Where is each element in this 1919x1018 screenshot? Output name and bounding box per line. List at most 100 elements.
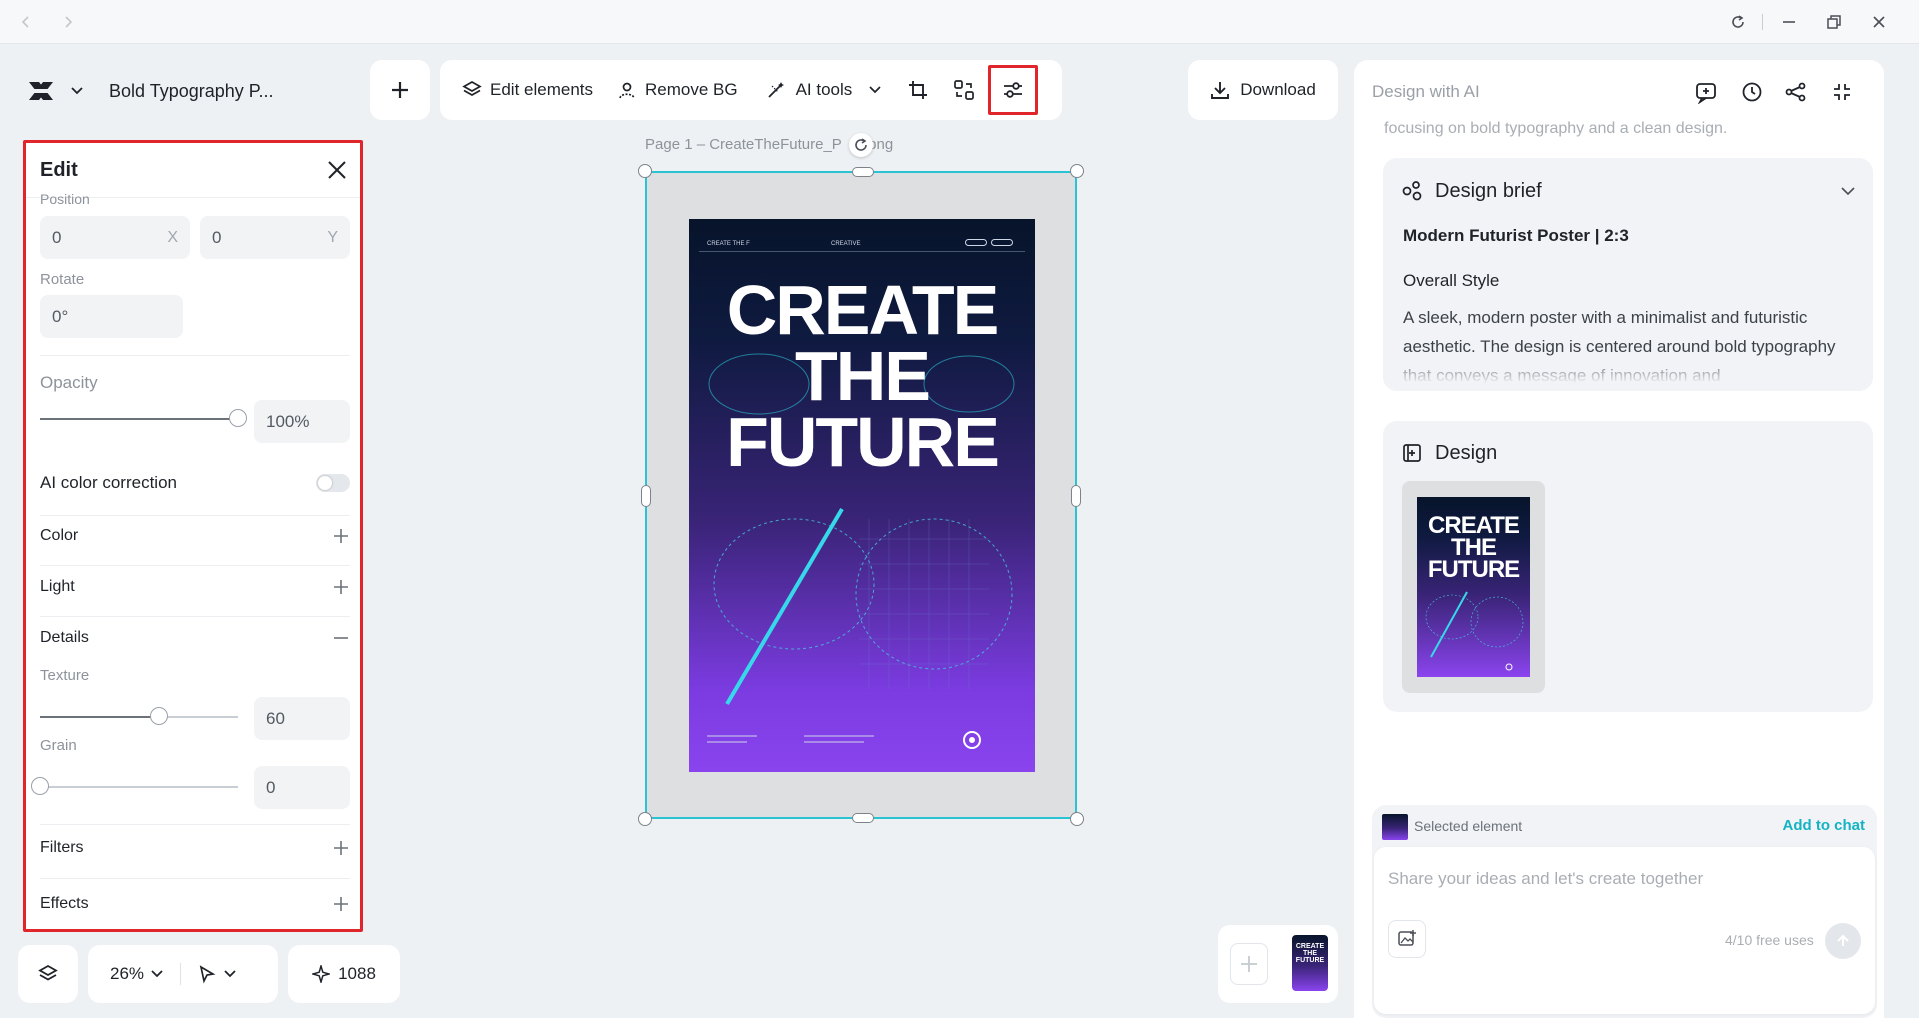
effects-section[interactable]: Effects <box>40 895 350 913</box>
add-image-button[interactable] <box>1388 920 1426 958</box>
pointer-chevron-down-icon[interactable] <box>223 967 237 981</box>
ai-color-correction-toggle[interactable] <box>316 474 350 492</box>
resize-handle-w[interactable] <box>641 485 651 507</box>
crop-icon <box>909 81 928 99</box>
poster-footer-text <box>707 735 757 737</box>
position-y-value: 0 <box>212 227 222 247</box>
opacity-field[interactable]: 100% <box>254 400 350 443</box>
close-window-icon[interactable] <box>1867 10 1891 34</box>
pointer-icon[interactable] <box>197 964 217 984</box>
light-label: Light <box>40 578 75 595</box>
app-logo-icon[interactable] <box>26 79 56 103</box>
grain-field[interactable]: 0 <box>254 766 350 809</box>
rotate-field[interactable]: 0° <box>40 295 183 338</box>
ai-tools-button[interactable]: AI tools <box>756 70 893 110</box>
restore-icon[interactable] <box>1822 10 1846 34</box>
chat-input-box[interactable]: Share your ideas and let's create togeth… <box>1374 847 1875 1014</box>
resize-handle-ne[interactable] <box>1070 164 1084 178</box>
brief-collapse-chevron-icon[interactable] <box>1839 182 1857 200</box>
design-thumbnail-poster: CREATE THE FUTURE <box>1417 497 1530 677</box>
expand-plus-icon[interactable] <box>332 895 350 913</box>
collapse-panel-icon[interactable] <box>1830 80 1854 104</box>
plus-icon <box>1241 956 1257 972</box>
download-button[interactable]: Download <box>1188 60 1338 120</box>
zoom-value[interactable]: 26% <box>110 964 144 984</box>
resize-handle-e[interactable] <box>1071 485 1081 507</box>
new-chat-icon[interactable] <box>1694 80 1718 104</box>
chat-intro-text: focusing on bold typography and a clean … <box>1384 120 1728 137</box>
add-to-chat-link[interactable]: Add to chat <box>1783 817 1866 834</box>
chat-composer: Selected element Add to chat Share your … <box>1372 805 1877 1018</box>
image-add-icon <box>1398 930 1416 946</box>
edit-panel-header: Edit <box>26 143 360 198</box>
zoom-chevron-down-icon[interactable] <box>150 967 164 981</box>
page-1-thumbnail[interactable]: CREATE THE FUTURE <box>1292 935 1328 991</box>
collapse-minus-icon[interactable] <box>332 629 350 647</box>
zoom-control: 26% <box>88 945 278 1003</box>
reload-icon[interactable] <box>1726 10 1750 34</box>
remove-bg-button[interactable]: Remove BG <box>607 70 748 110</box>
edit-panel-title: Edit <box>40 158 78 181</box>
main-toolbar: Edit elements Remove BG AI tools <box>440 60 1062 120</box>
grain-slider-knob[interactable] <box>31 777 49 795</box>
forward-icon[interactable] <box>56 10 80 34</box>
design-thumbnail[interactable]: CREATE THE FUTURE <box>1402 481 1545 693</box>
ai-panel-title: Design with AI <box>1372 82 1480 101</box>
opacity-slider-track[interactable] <box>40 418 238 420</box>
close-icon[interactable] <box>326 159 348 181</box>
overall-style-label: Overall Style <box>1403 271 1500 290</box>
color-section[interactable]: Color <box>40 527 350 545</box>
texture-field[interactable]: 60 <box>254 697 350 740</box>
texture-slider-knob[interactable] <box>150 707 168 725</box>
history-icon[interactable] <box>1740 80 1764 104</box>
expand-plus-icon[interactable] <box>332 839 350 857</box>
magic-wand-icon <box>767 82 784 98</box>
edit-elements-button[interactable]: Edit elements <box>452 70 603 110</box>
project-title[interactable]: Bold Typography P... <box>109 81 273 102</box>
send-button[interactable] <box>1825 923 1861 959</box>
grain-slider-track[interactable] <box>40 786 238 788</box>
poster-footer-text <box>804 735 874 737</box>
divider <box>40 878 350 879</box>
selected-element-label: Selected element <box>1414 818 1523 834</box>
resize-handle-n[interactable] <box>852 167 874 177</box>
resize-handle-s[interactable] <box>852 813 874 823</box>
opacity-value: 100% <box>266 411 310 431</box>
logo-menu-chevron-icon[interactable] <box>70 84 84 98</box>
resize-handle-se[interactable] <box>1070 812 1084 826</box>
grain-value: 0 <box>266 777 276 797</box>
resize-handle-sw[interactable] <box>638 812 652 826</box>
expand-plus-icon[interactable] <box>332 527 350 545</box>
back-icon[interactable] <box>14 10 38 34</box>
details-section[interactable]: Details <box>40 629 350 647</box>
add-page-button[interactable] <box>1230 943 1268 985</box>
minimize-icon[interactable] <box>1777 10 1801 34</box>
resize-handle-nw[interactable] <box>638 164 652 178</box>
position-y-field[interactable]: 0 Y <box>200 216 350 259</box>
adjust-button[interactable] <box>988 65 1039 115</box>
thumb-line: THE <box>1303 950 1317 957</box>
page-thumbnails: CREATE THE FUTURE <box>1218 925 1338 1003</box>
replace-button[interactable] <box>944 70 984 110</box>
crop-button[interactable] <box>898 70 938 110</box>
thumb-line: CREATE <box>1295 943 1325 950</box>
layers-button[interactable] <box>18 945 78 1003</box>
rotate-handle-icon[interactable] <box>849 133 873 157</box>
add-button[interactable] <box>370 60 430 120</box>
grain-label: Grain <box>40 737 77 754</box>
design-card: Design CREATE THE FUTURE <box>1383 421 1873 712</box>
chat-input-placeholder[interactable]: Share your ideas and let's create togeth… <box>1388 869 1703 889</box>
selected-image[interactable]: CREATE THE F CREATIVE CREATE THE FUTURE <box>638 164 1084 826</box>
share-icon[interactable] <box>1784 80 1808 104</box>
remove-bg-label: Remove BG <box>645 80 738 99</box>
light-section[interactable]: Light <box>40 578 350 596</box>
design-with-ai-panel: Design with AI focusing on bold typograp… <box>1354 60 1884 1018</box>
filters-section[interactable]: Filters <box>40 839 350 857</box>
divider <box>40 616 350 617</box>
opacity-slider-knob[interactable] <box>229 409 247 427</box>
design-frame-icon <box>1401 442 1423 464</box>
poster-footer-text <box>707 741 747 743</box>
position-x-field[interactable]: 0 X <box>40 216 190 259</box>
expand-plus-icon[interactable] <box>332 578 350 596</box>
credits-button[interactable]: 1088 <box>288 945 400 1003</box>
